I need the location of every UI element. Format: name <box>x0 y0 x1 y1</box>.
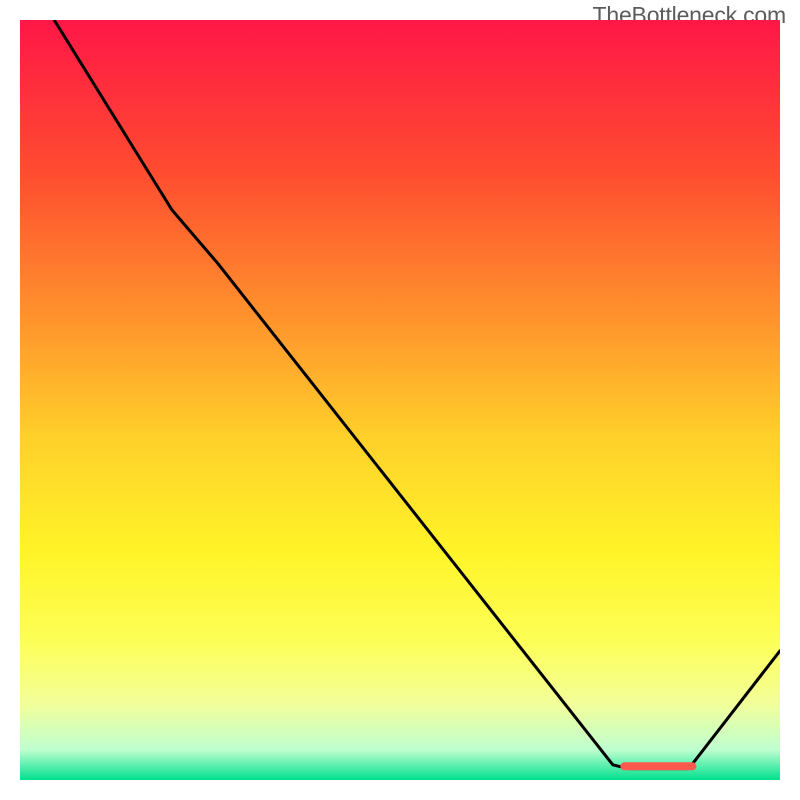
chart-plot <box>20 20 780 780</box>
optimal-range-marker <box>620 762 696 770</box>
plot-background <box>20 20 780 780</box>
chart-container: TheBottleneck.com <box>0 0 800 800</box>
